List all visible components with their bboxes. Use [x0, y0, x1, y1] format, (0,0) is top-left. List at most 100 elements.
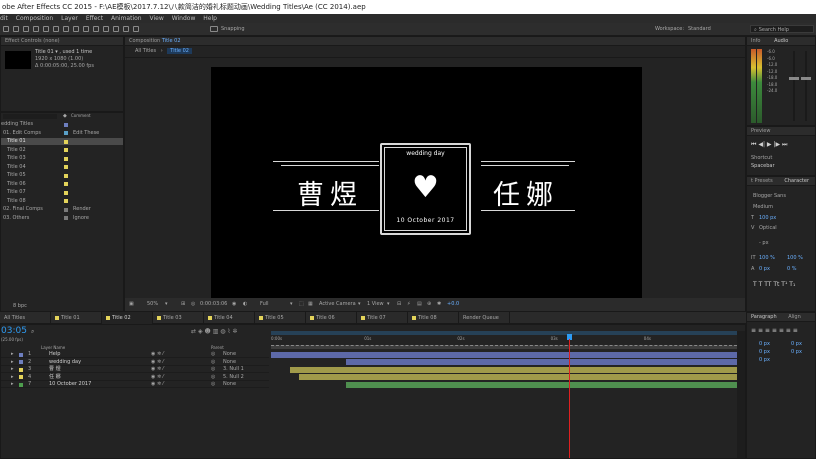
- label-color-swatch[interactable]: [64, 199, 68, 203]
- layer-parent-select[interactable]: 5. Null 2: [223, 374, 244, 381]
- label-color-swatch[interactable]: [64, 216, 68, 220]
- composition-tab-label[interactable]: Composition: [129, 38, 160, 44]
- layer-switches[interactable]: ◉ ✲ ⁄: [151, 359, 164, 366]
- menu-layer[interactable]: Layer: [61, 15, 78, 22]
- faux-italic-icon[interactable]: T: [759, 281, 763, 288]
- subscript-icon[interactable]: T₁: [789, 281, 795, 288]
- timeline-tab[interactable]: Title 06: [306, 312, 357, 324]
- indent-right-value[interactable]: 0 px: [791, 341, 802, 347]
- layer-label-swatch[interactable]: [19, 367, 23, 372]
- layer-parent-select[interactable]: None: [223, 359, 236, 366]
- layer-switches[interactable]: ◉ ✲ ⁄: [151, 351, 164, 358]
- layer-name[interactable]: 任 娜: [49, 374, 61, 381]
- faux-bold-icon[interactable]: T: [753, 281, 757, 288]
- snapping-checkbox[interactable]: [210, 26, 218, 32]
- space-after-value[interactable]: 0 px: [759, 357, 770, 363]
- comp-mini-flowchart-icon[interactable]: ⇄: [191, 328, 196, 335]
- timeline-scrollbar[interactable]: [737, 331, 745, 458]
- shy-icon[interactable]: ☻: [205, 328, 211, 335]
- magnification-select[interactable]: 50%: [147, 298, 158, 311]
- audio-slider-right[interactable]: [805, 51, 807, 121]
- play-icon[interactable]: ▶: [767, 141, 772, 148]
- tab-character[interactable]: Character: [784, 178, 809, 184]
- leading-value[interactable]: - px: [759, 240, 769, 246]
- timeline-icon[interactable]: ▤: [417, 298, 422, 311]
- expand-triangle-icon[interactable]: ▸: [11, 366, 14, 373]
- parent-pickwhip-icon[interactable]: ◎: [211, 374, 215, 381]
- puppet-tool-icon[interactable]: [133, 26, 139, 32]
- indent-first-value[interactable]: 0 px: [791, 349, 802, 355]
- label-color-swatch[interactable]: [64, 156, 68, 161]
- project-item[interactable]: Title 01: [1, 138, 123, 145]
- layer-duration-bar[interactable]: [345, 381, 737, 388]
- effect-controls-tab[interactable]: Effect Controls (none): [1, 37, 123, 46]
- project-item[interactable]: Title 06: [1, 181, 123, 188]
- layer-label-swatch[interactable]: [19, 360, 23, 364]
- audio-slider-left[interactable]: [793, 51, 795, 121]
- views-select[interactable]: 1 View: [367, 298, 384, 311]
- tab-audio[interactable]: Audio: [774, 38, 788, 44]
- kerning-value[interactable]: Optical: [759, 225, 777, 231]
- composition-tab-name[interactable]: Title 02: [162, 38, 181, 44]
- menu-view[interactable]: View: [150, 15, 164, 22]
- tab-align[interactable]: Align: [788, 314, 801, 320]
- timeline-tab[interactable]: Title 03: [153, 312, 204, 324]
- exposure-value[interactable]: +0.0: [447, 298, 459, 311]
- layer-duration-bar[interactable]: [289, 366, 737, 373]
- resolution-select[interactable]: Full: [260, 298, 269, 311]
- menu-edit[interactable]: dit: [0, 15, 8, 22]
- audio-slider-right-handle[interactable]: [801, 77, 811, 80]
- composition-viewer[interactable]: wedding day ♥ 10 October 2017 曹煜 任娜: [211, 67, 642, 298]
- font-size-value[interactable]: 100 px: [759, 215, 776, 221]
- horizontal-scale-value[interactable]: 100 %: [787, 255, 803, 261]
- timeline-tab[interactable]: Render Queue: [459, 312, 510, 324]
- toggle-pixel-aspect-icon[interactable]: ⊟: [397, 298, 401, 311]
- expand-triangle-icon[interactable]: ▸: [11, 351, 14, 358]
- last-frame-icon[interactable]: ⏭: [782, 141, 787, 148]
- breadcrumb-all-titles[interactable]: All Titles: [135, 48, 156, 54]
- resolution-chevron-icon[interactable]: ▾: [290, 298, 293, 311]
- breadcrumb-title-02[interactable]: Title 02: [167, 48, 192, 54]
- mask-visibility-icon[interactable]: ◎: [191, 298, 195, 311]
- layer-switches[interactable]: ◉ ✲ ⁄: [151, 366, 164, 373]
- audio-slider-left-handle[interactable]: [789, 77, 799, 80]
- preview-tab[interactable]: Preview: [747, 127, 815, 136]
- layer-duration-bar[interactable]: [271, 351, 737, 358]
- flowchart-icon[interactable]: ⊕: [427, 298, 431, 311]
- timeline-tab[interactable]: All Titles: [0, 312, 51, 324]
- project-item[interactable]: 02. Final Comps Render: [1, 206, 123, 213]
- roto-tool-icon[interactable]: [123, 26, 129, 32]
- parent-pickwhip-icon[interactable]: ◎: [211, 351, 215, 358]
- selection-tool-icon[interactable]: [3, 26, 9, 32]
- type-tool-icon[interactable]: [83, 26, 89, 32]
- label-color-swatch[interactable]: [64, 207, 68, 212]
- project-item[interactable]: Title 05: [1, 172, 123, 179]
- baseline-value[interactable]: 0 px: [759, 266, 770, 272]
- camera-chevron-icon[interactable]: ▾: [358, 298, 361, 311]
- clone-tool-icon[interactable]: [103, 26, 109, 32]
- show-channel-icon[interactable]: ◐: [243, 298, 247, 311]
- justify-left-icon[interactable]: ≡: [772, 327, 777, 334]
- label-color-swatch[interactable]: [64, 165, 68, 169]
- graph-editor-icon[interactable]: ⌇: [227, 328, 230, 335]
- layer-name[interactable]: Help: [49, 351, 60, 358]
- parent-pickwhip-icon[interactable]: ◎: [211, 366, 215, 373]
- motion-blur-icon[interactable]: ◍: [220, 328, 225, 335]
- layer-parent-select[interactable]: 3. Null 1: [223, 366, 244, 373]
- layer-row[interactable]: ▸ 7 10 October 2017 ◉ ✲ ⁄ ◎ None: [1, 381, 269, 388]
- timeline-search-icon[interactable]: ⌕: [31, 328, 34, 336]
- brainstorm-icon[interactable]: ✲: [232, 328, 237, 335]
- fast-previews-icon[interactable]: ⚡: [407, 298, 411, 311]
- work-area-bar[interactable]: [271, 331, 737, 335]
- timeline-tab[interactable]: Title 07: [357, 312, 408, 324]
- indent-left-value[interactable]: 0 px: [759, 341, 770, 347]
- align-right-icon[interactable]: ≡: [765, 327, 770, 334]
- tab-info[interactable]: Info: [751, 38, 760, 44]
- label-color-swatch[interactable]: [64, 139, 68, 144]
- pan-behind-tool-icon[interactable]: [53, 26, 59, 32]
- time-ruler[interactable]: 0:00s 01s 02s 03s 04s: [271, 331, 737, 349]
- grid-icon[interactable]: ⊞: [181, 298, 185, 311]
- all-caps-icon[interactable]: TT: [764, 281, 771, 288]
- region-of-interest-icon[interactable]: ⬚: [299, 298, 304, 311]
- project-item[interactable]: Title 08: [1, 198, 123, 205]
